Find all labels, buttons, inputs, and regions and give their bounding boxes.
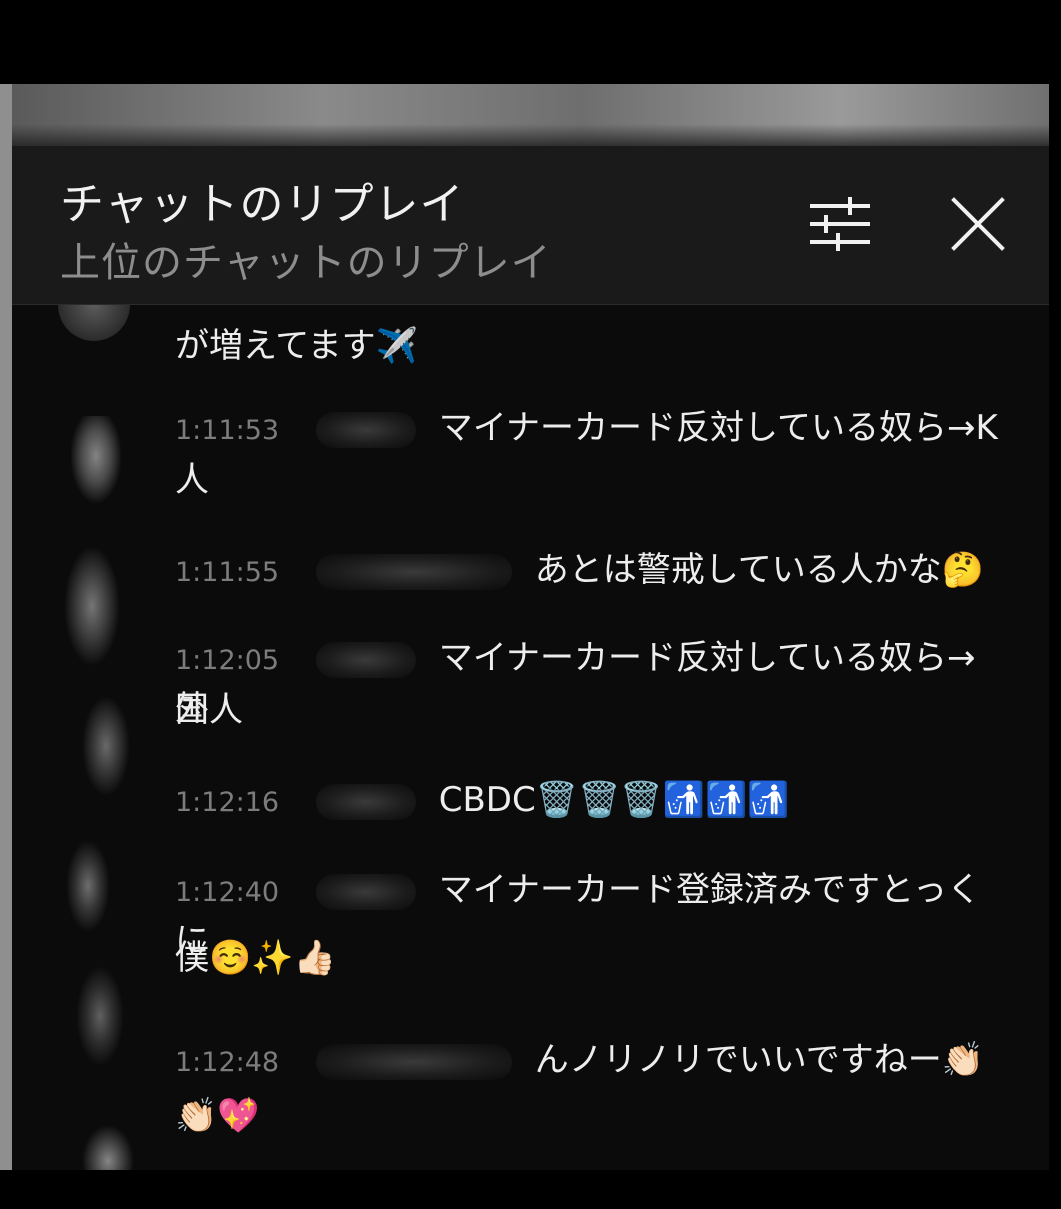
message-text-continued: 僕☺️✨👍🏻 xyxy=(175,938,337,978)
chat-mode-dropdown[interactable]: 上位のチャットのリプレイ xyxy=(60,230,552,288)
message-text: んノリノリでいいですねー👏🏻 xyxy=(534,1040,985,1080)
author-name xyxy=(315,411,416,448)
message-timestamp: 1:11:53 xyxy=(175,415,280,446)
message-text-continued: 人 xyxy=(175,460,209,500)
background-edge xyxy=(0,84,12,1170)
chat-replay-panel: チャットのリプレイ 上位のチャットのリプレイ が増えてます✈️ 1:11:53 … xyxy=(12,146,1049,1170)
screen: チャットのリプレイ 上位のチャットのリプレイ が増えてます✈️ 1:11:53 … xyxy=(0,0,1061,1209)
chat-message: が増えてます✈️ xyxy=(175,322,1005,370)
avatar-column xyxy=(48,416,148,1170)
chat-message: 1:11:55 あとは警戒している人かな🤔 xyxy=(175,546,1005,597)
author-name xyxy=(315,873,416,910)
message-text: が増えてます✈️ xyxy=(175,326,418,366)
message-timestamp: 1:11:55 xyxy=(175,557,280,588)
close-icon xyxy=(951,197,1005,251)
chat-message: 1:12:48 んノリノリでいいですねー👏🏻 xyxy=(175,1036,1005,1087)
author-name xyxy=(315,641,416,678)
author-name xyxy=(315,553,512,590)
message-timestamp: 1:12:16 xyxy=(175,787,280,818)
avatar xyxy=(58,305,130,341)
author-name xyxy=(315,1043,512,1080)
filter-button[interactable] xyxy=(806,194,874,254)
message-text: CBDC🗑️🗑️🗑️🚮🚮🚮 xyxy=(438,780,790,820)
video-preview[interactable] xyxy=(12,84,1049,146)
message-timestamp: 1:12:48 xyxy=(175,1047,280,1078)
chat-header: チャットのリプレイ 上位のチャットのリプレイ xyxy=(12,146,1049,305)
message-text: マイナーカード反対している奴ら→外 xyxy=(175,638,976,729)
message-text-continued: 👏🏻💖 xyxy=(175,1096,260,1136)
message-timestamp: 1:12:40 xyxy=(175,877,280,908)
message-text: あとは警戒している人かな🤔 xyxy=(534,550,985,590)
chat-message: 1:12:16 CBDC🗑️🗑️🗑️🚮🚮🚮 xyxy=(175,776,1005,827)
close-button[interactable] xyxy=(946,192,1010,256)
chat-message: 1:11:53 マイナーカード反対している奴ら→K xyxy=(175,404,1005,455)
message-text: マイナーカード反対している奴ら→K xyxy=(438,408,998,448)
message-text-continued: 国人 xyxy=(175,690,243,730)
author-name xyxy=(315,783,416,820)
chat-title: チャットのリプレイ xyxy=(60,179,465,230)
message-timestamp: 1:12:05 xyxy=(175,645,280,676)
sliders-icon xyxy=(810,197,870,251)
chat-message: 1:12:05 マイナーカード反対している奴ら→外 xyxy=(175,634,1005,733)
